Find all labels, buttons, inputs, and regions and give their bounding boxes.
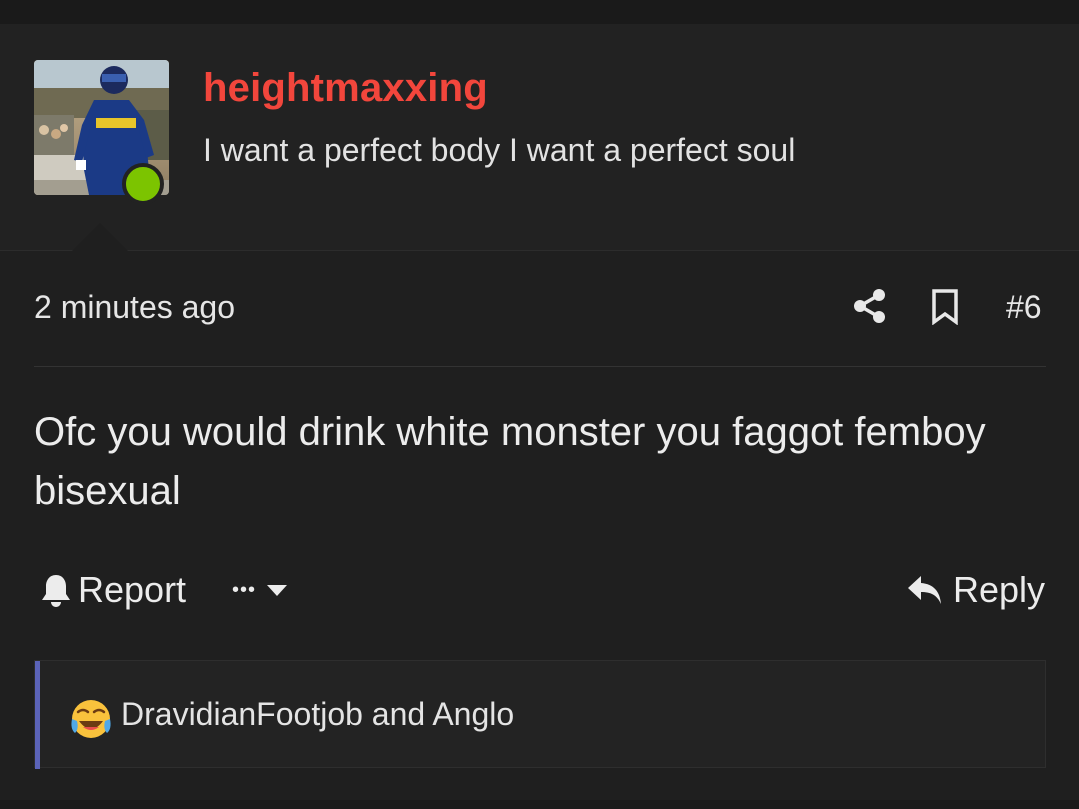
reply-arrow-icon: [907, 576, 941, 604]
post-number-link[interactable]: #6: [1006, 289, 1042, 326]
reactions-accent-bar: [35, 661, 40, 769]
online-status-indicator: [122, 163, 164, 205]
bell-icon: [42, 575, 70, 607]
post-message: Ofc you would drink white monster you fa…: [34, 410, 986, 513]
post-timestamp[interactable]: 2 minutes ago: [34, 289, 235, 326]
more-options-button[interactable]: •••: [232, 572, 288, 608]
more-options-dots: •••: [232, 578, 257, 601]
header-pointer: [72, 223, 128, 251]
bookmark-icon[interactable]: [931, 289, 959, 325]
reaction-users[interactable]: DravidianFootjob and Anglo: [121, 696, 514, 733]
post-divider: [34, 366, 1046, 367]
reply-button[interactable]: Reply: [907, 566, 1045, 614]
share-icon[interactable]: [852, 288, 888, 324]
post-username[interactable]: heightmaxxing: [203, 66, 488, 111]
user-title: I want a perfect body I want a perfect s…: [203, 132, 796, 168]
report-label: Report: [78, 569, 187, 610]
report-button[interactable]: Report: [40, 566, 186, 614]
chevron-down-icon: [267, 585, 288, 596]
top-bar: [0, 0, 1079, 24]
crying-laughing-face-icon: [71, 700, 111, 738]
reply-label: Reply: [952, 569, 1045, 610]
reactions-bar[interactable]: DravidianFootjob and Anglo: [34, 660, 1046, 769]
bottom-strip: [0, 800, 1079, 809]
